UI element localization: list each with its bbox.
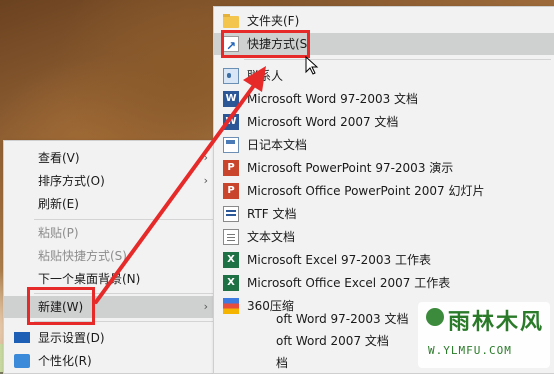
watermark-title: 雨林木风 (448, 309, 545, 335)
watermark-logo-icon (426, 308, 444, 326)
watermark-url: W.YLMFU.COM (428, 344, 512, 357)
watermark: 雨林木风 W.YLMFU.COM (418, 302, 550, 368)
mouse-cursor-icon (305, 56, 319, 75)
